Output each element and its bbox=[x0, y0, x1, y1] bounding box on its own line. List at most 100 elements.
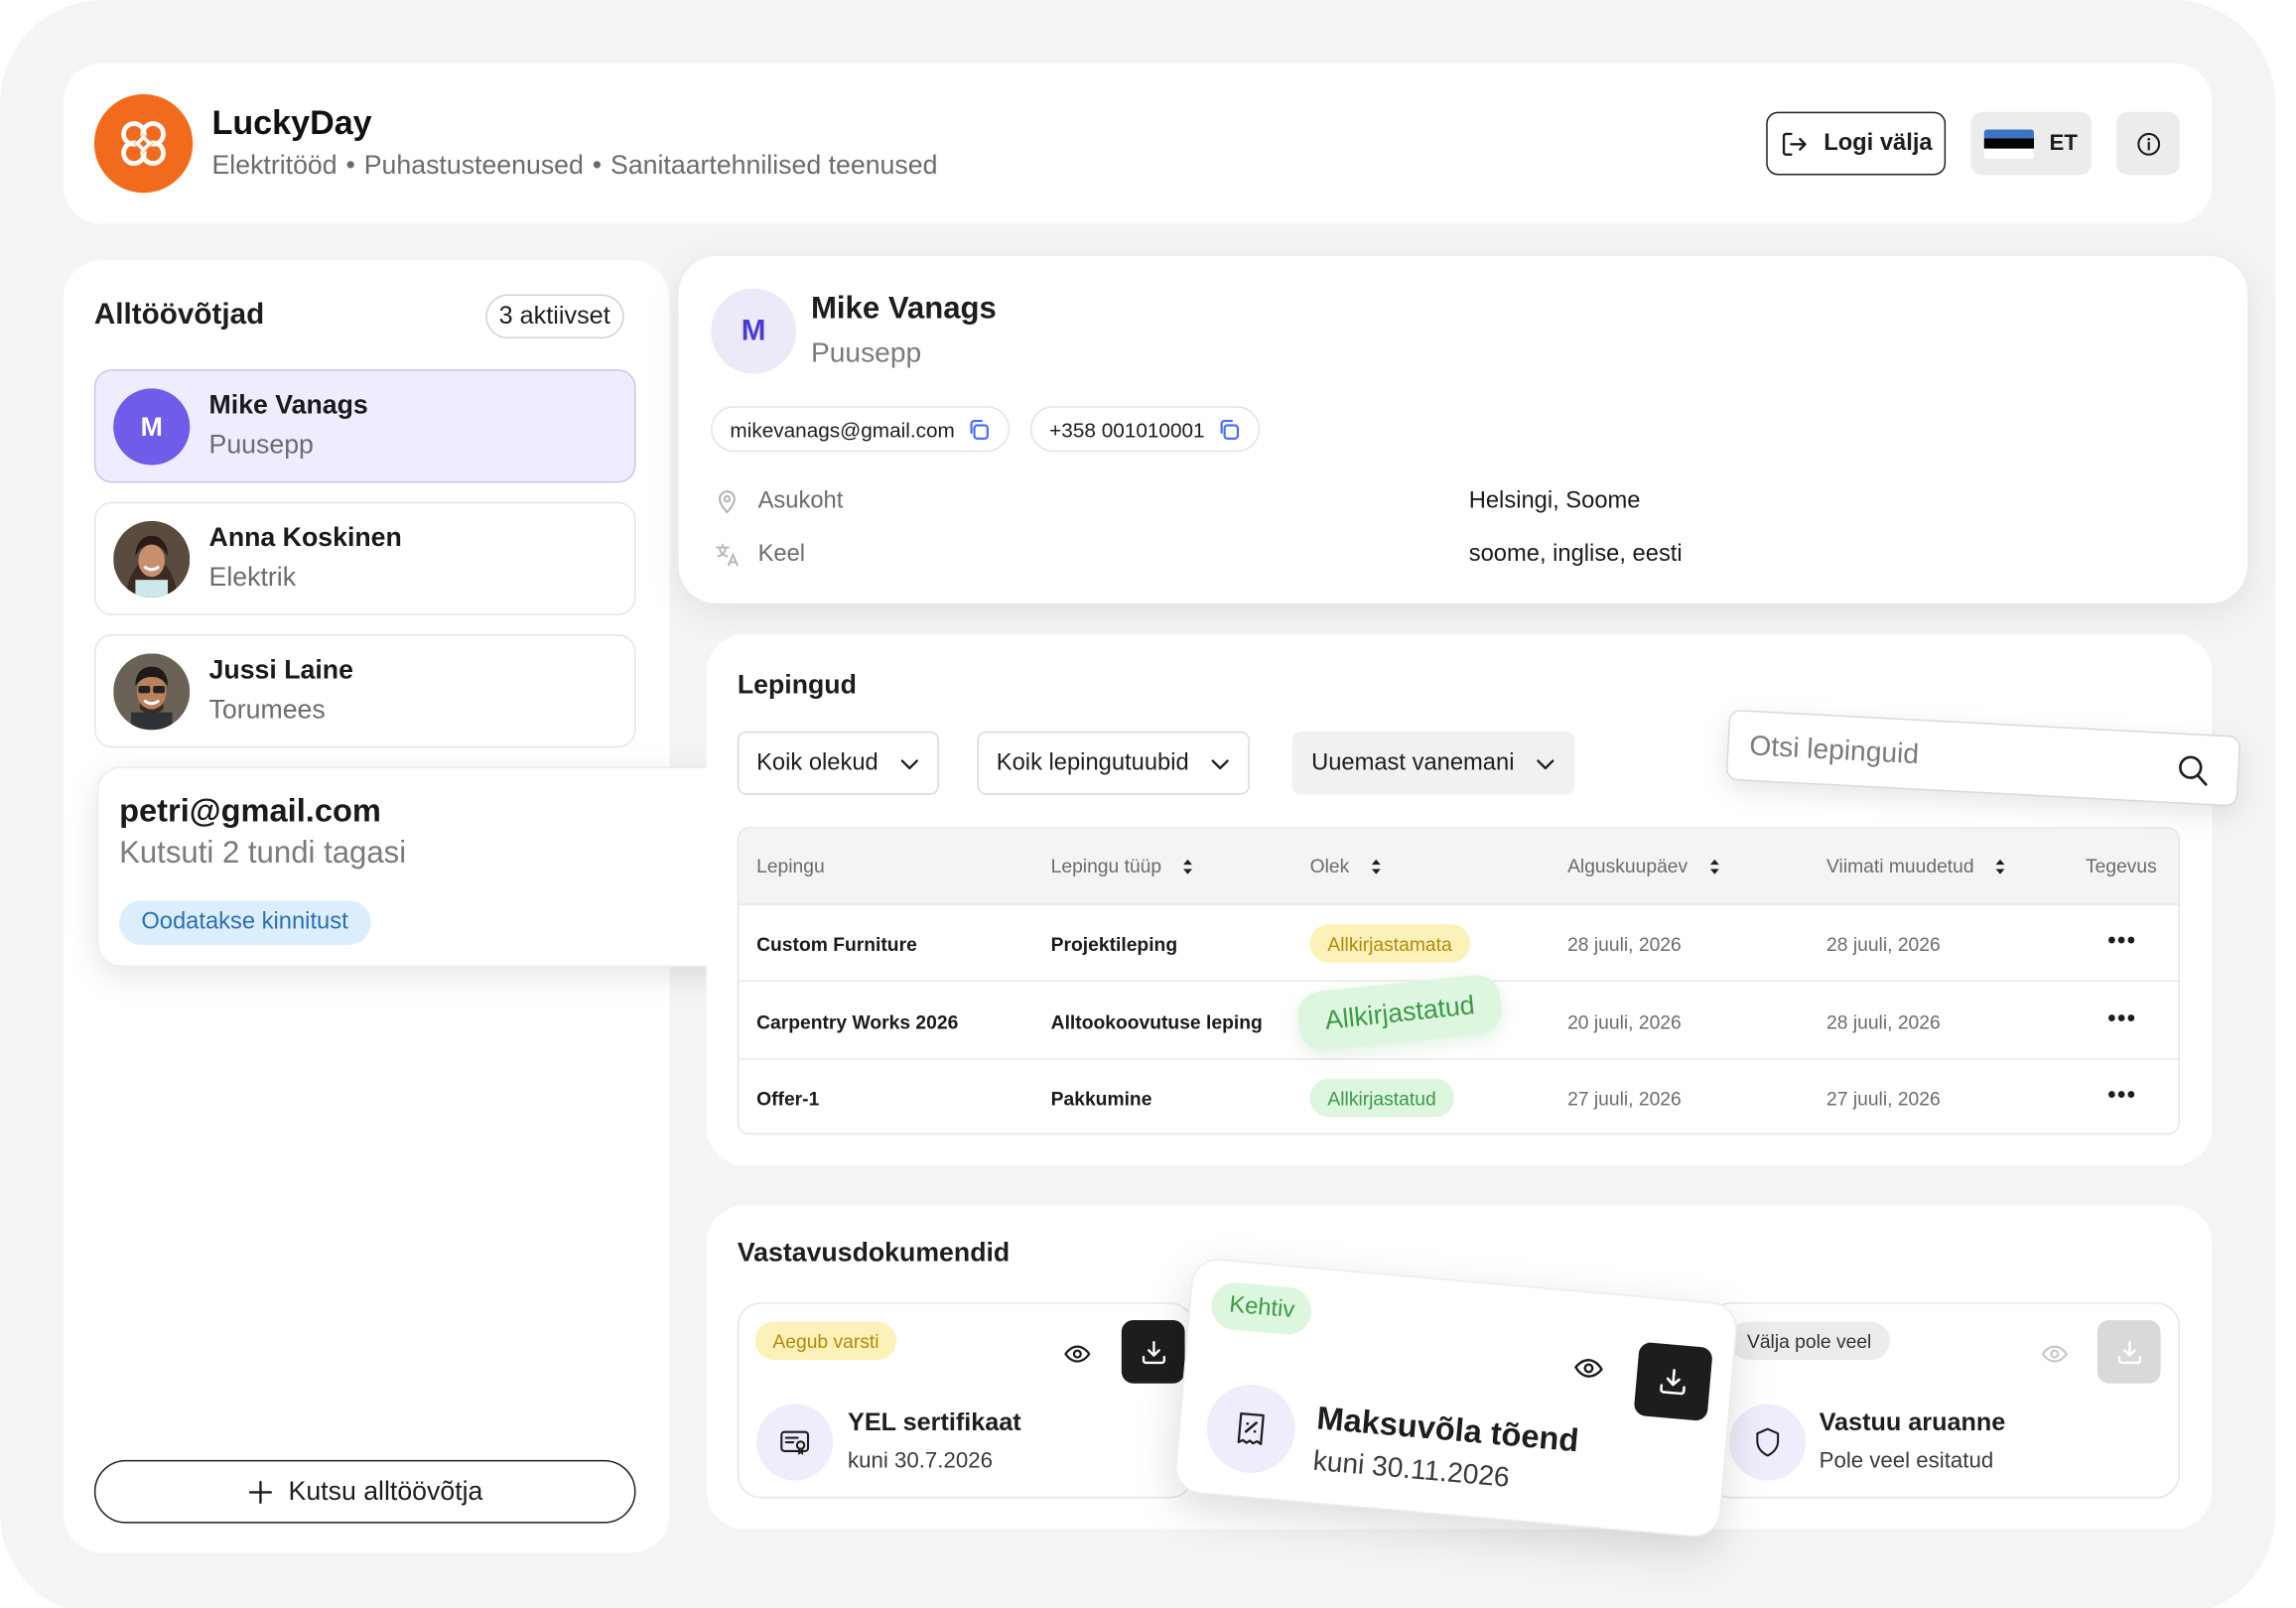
more-actions-icon[interactable]: ••• bbox=[2107, 1006, 2136, 1033]
download-button[interactable] bbox=[1121, 1319, 1185, 1384]
type-filter-dropdown[interactable]: Koik lepingutuubid bbox=[977, 731, 1250, 795]
column-header-label: Viimati muudetud bbox=[1826, 855, 1974, 877]
active-count-badge: 3 aktiivset bbox=[485, 294, 624, 339]
column-header-label: Tegevus bbox=[2085, 855, 2157, 877]
document-card-vastuu[interactable]: Välja pole veel Vastuu aruanne Pole veel… bbox=[1706, 1302, 2180, 1499]
chevron-down-icon bbox=[1211, 758, 1229, 769]
person-name: Jussi Laine bbox=[208, 654, 353, 685]
chevron-down-icon bbox=[900, 758, 918, 769]
info-button[interactable] bbox=[2116, 111, 2180, 176]
avatar: M bbox=[113, 388, 191, 466]
certificate-icon bbox=[756, 1404, 834, 1481]
sort-dropdown[interactable]: Uuemast vanemani bbox=[1291, 731, 1575, 795]
contract-type: Alltookoovutuse leping bbox=[1050, 1010, 1263, 1033]
estonia-flag-icon bbox=[1984, 128, 2035, 159]
sort-icon bbox=[1183, 859, 1193, 873]
invite-label: Kutsu alltöövõtja bbox=[288, 1476, 483, 1506]
download-button[interactable] bbox=[1633, 1341, 1713, 1422]
contracts-panel: Lepingud Koik olekud Koik lepingutuubid … bbox=[706, 634, 2213, 1166]
brand-services: Elektritööd • Puhastusteenused • Sanitaarteh… bbox=[212, 150, 938, 181]
table-row[interactable]: Custom Furniture Projektileping Allkirja… bbox=[739, 905, 2179, 982]
search-input[interactable] bbox=[1748, 727, 2148, 789]
eye-icon[interactable] bbox=[2040, 1339, 2070, 1369]
location-pin-icon bbox=[719, 490, 736, 514]
invite-email: petri@gmail.com bbox=[119, 791, 381, 829]
plus-icon bbox=[248, 1480, 272, 1504]
column-header: Lepingu bbox=[756, 855, 825, 876]
contract-name: Offer-1 bbox=[756, 1087, 820, 1110]
download-icon bbox=[1660, 1369, 1686, 1396]
sidebar-item-mike[interactable]: M Mike Vanags Puusepp bbox=[93, 369, 636, 483]
column-header-label: Lepingu tüüp bbox=[1050, 855, 1162, 877]
search-icon[interactable] bbox=[2175, 752, 2212, 789]
filter-label: Koik olekud bbox=[756, 749, 878, 775]
contract-type: Pakkumine bbox=[1050, 1087, 1152, 1110]
logout-button[interactable]: Logi välja bbox=[1766, 111, 1947, 176]
profile-role: Puusepp bbox=[810, 338, 922, 370]
start-date: 20 juuli, 2026 bbox=[1567, 1010, 1682, 1033]
person-role: Puusepp bbox=[208, 429, 314, 460]
column-header[interactable]: Viimati muudetud bbox=[1826, 855, 2006, 877]
service-cleaning: Puhastusteenused bbox=[363, 150, 584, 180]
column-header[interactable]: Lepingu tüüp bbox=[1050, 855, 1194, 877]
download-icon bbox=[1142, 1340, 1165, 1364]
person-role: Elektrik bbox=[208, 562, 297, 593]
service-electrical: Elektritööd bbox=[211, 150, 338, 180]
column-header[interactable]: Alguskuupäev bbox=[1567, 855, 1720, 877]
email-value: mikevanags@gmail.com bbox=[730, 417, 955, 442]
email-chip[interactable]: mikevanags@gmail.com bbox=[711, 406, 1010, 453]
start-date: 28 juuli, 2026 bbox=[1567, 933, 1682, 956]
table-header: Lepingu Lepingu tüüp Olek Alguskuupäev V… bbox=[739, 828, 2179, 905]
sort-icon bbox=[1709, 859, 1719, 873]
info-icon bbox=[2136, 132, 2160, 155]
app-root: LuckyDay Elektritööd • Puhastusteenused • Sa… bbox=[0, 0, 2296, 1608]
contracts-title: Lepingud bbox=[737, 669, 857, 700]
sidebar-item-jussi[interactable]: Jussi Laine Torumees bbox=[93, 634, 636, 748]
start-date: 27 juuli, 2026 bbox=[1567, 1087, 1682, 1110]
eye-icon[interactable] bbox=[1571, 1351, 1606, 1386]
language-label: Keel bbox=[714, 542, 805, 569]
document-card-yel[interactable]: Aegub varsti YEL sertifikaat kuni 30.7.2… bbox=[737, 1302, 1194, 1499]
contract-name: Carpentry Works 2026 bbox=[756, 1010, 959, 1033]
status-badge: Oodatakse kinnitust bbox=[119, 900, 370, 945]
separator-dot: • bbox=[345, 150, 355, 180]
phone-chip[interactable]: +358 001010001 bbox=[1029, 406, 1260, 453]
sort-icon bbox=[1995, 859, 2005, 873]
eye-icon[interactable] bbox=[1063, 1339, 1093, 1369]
person-name: Mike Vanags bbox=[208, 389, 368, 420]
document-name: Vastuu aruanne bbox=[1819, 1407, 2006, 1437]
pending-invite-card[interactable]: petri@gmail.com Kutsuti 2 tundi tagasi O… bbox=[96, 766, 740, 968]
contract-name: Custom Furniture bbox=[756, 933, 917, 956]
document-name: YEL sertifikaat bbox=[848, 1407, 1021, 1437]
language-button[interactable]: ET bbox=[1970, 111, 2092, 176]
column-header[interactable]: Olek bbox=[1310, 855, 1382, 877]
woman-photo-icon bbox=[113, 520, 191, 598]
sidebar-item-anna[interactable]: Anna Koskinen Elektrik bbox=[93, 501, 636, 615]
avatar: M bbox=[711, 288, 797, 374]
status-filter-dropdown[interactable]: Koik olekud bbox=[737, 731, 939, 795]
documents-title: Vastavusdokumendid bbox=[737, 1237, 1011, 1268]
avatar bbox=[113, 653, 191, 731]
header-bar: LuckyDay Elektritööd • Puhastusteenused • Sa… bbox=[63, 63, 2213, 224]
receipt-icon bbox=[1203, 1381, 1299, 1477]
document-validity: kuni 30.7.2026 bbox=[848, 1447, 993, 1474]
filter-label: Koik lepingutuubid bbox=[996, 749, 1189, 775]
status-badge: Kehtiv bbox=[1209, 1280, 1314, 1337]
invite-subcontractor-button[interactable]: Kutsu alltöövõtja bbox=[93, 1459, 636, 1524]
more-actions-icon[interactable]: ••• bbox=[2107, 929, 2136, 956]
more-actions-icon[interactable]: ••• bbox=[2107, 1083, 2136, 1110]
language-value: soome, inglise, eesti bbox=[1468, 541, 1683, 567]
column-header: Tegevus bbox=[2086, 855, 2157, 876]
document-validity: Pole veel esitatud bbox=[1819, 1447, 1994, 1474]
modified-date: 28 juuli, 2026 bbox=[1826, 1010, 1941, 1033]
clover-logo-icon bbox=[121, 121, 166, 166]
download-button[interactable] bbox=[2096, 1319, 2161, 1384]
location-value: Helsingi, Soome bbox=[1468, 488, 1641, 514]
table-row[interactable]: Offer-1 Pakkumine Allkirjastatud 27 juul… bbox=[739, 1060, 2178, 1134]
document-card-tax-certificate[interactable]: Kehtiv Maksuvõla tõend kuni 30.11.2026 bbox=[1172, 1257, 1739, 1540]
copy-icon[interactable] bbox=[1216, 417, 1240, 441]
brand-name: LuckyDay bbox=[211, 102, 372, 142]
language-label: ET bbox=[2049, 130, 2078, 157]
document-validity: kuni 30.11.2026 bbox=[1311, 1445, 1511, 1495]
copy-icon[interactable] bbox=[967, 417, 991, 441]
